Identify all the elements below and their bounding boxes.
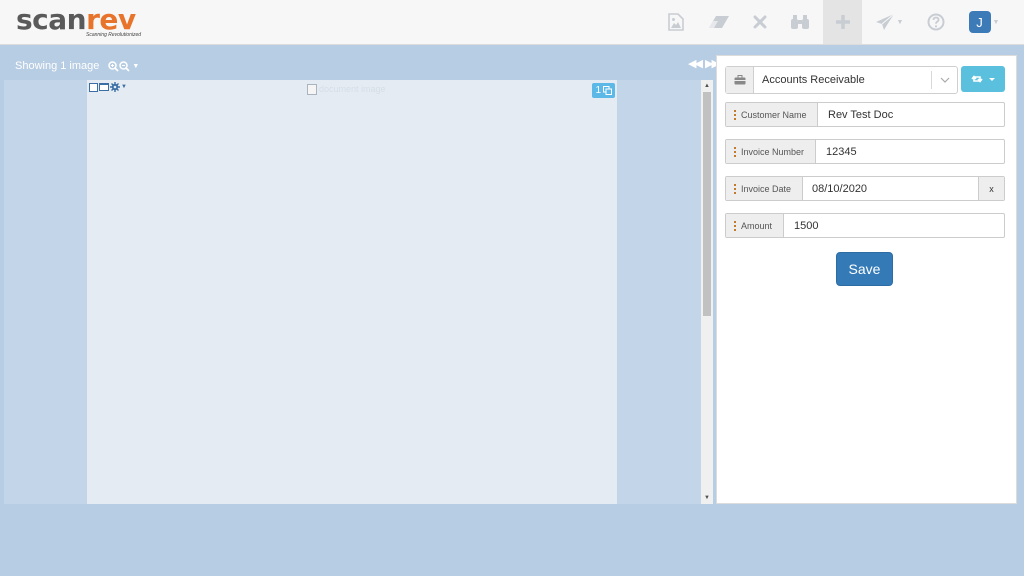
image-count-bar: Showing 1 image ▼ <box>15 60 139 72</box>
document-page[interactable]: ▼ document image 1 <box>87 80 617 504</box>
send-button[interactable]: ▼ <box>869 0 909 44</box>
workflow-dropdown-button[interactable] <box>961 66 1005 92</box>
user-menu[interactable]: J ▼ <box>964 0 1004 44</box>
help-button[interactable] <box>920 0 952 44</box>
page-number: 1 <box>595 85 601 96</box>
customer-name-field: Customer Name <box>725 102 1005 127</box>
add-button[interactable] <box>823 0 862 44</box>
chevron-down-icon[interactable] <box>931 71 957 89</box>
logo-scan-text: scan <box>16 3 87 36</box>
find-button[interactable] <box>784 0 816 44</box>
plus-icon <box>835 15 850 29</box>
chevron-down-icon: ▼ <box>992 18 1000 26</box>
image-viewer: ▼ document image 1 ▲ ▼ <box>4 80 713 504</box>
zoom-in-icon[interactable] <box>108 60 120 72</box>
retweet-icon <box>971 75 983 83</box>
amount-label: Amount <box>741 220 773 231</box>
invoice-date-input[interactable] <box>803 177 978 200</box>
clear-date-button[interactable]: x <box>978 177 1004 200</box>
broken-image-icon <box>307 83 317 95</box>
eraser-icon <box>709 16 729 28</box>
scroll-up-arrow-icon[interactable]: ▲ <box>701 81 713 91</box>
page-tools: ▼ <box>89 82 127 92</box>
avatar: J <box>968 11 991 33</box>
zoom-out-icon[interactable] <box>119 60 131 72</box>
document-type-value: Accounts Receivable <box>762 74 865 86</box>
chevron-down-icon <box>989 77 995 81</box>
scrollbar-thumb[interactable] <box>703 92 711 316</box>
document-type-select[interactable]: Accounts Receivable <box>725 66 958 94</box>
copy-icon <box>603 86 612 95</box>
app-header: scanrev Scanning Revolutionized ▼ J ▼ <box>0 0 1024 45</box>
binoculars-icon <box>791 15 809 29</box>
vertical-scrollbar[interactable]: ▲ ▼ <box>701 80 713 504</box>
delete-button[interactable] <box>745 0 775 44</box>
customer-name-input[interactable] <box>818 103 1004 126</box>
close-icon <box>753 15 767 29</box>
amount-field: Amount <box>725 213 1005 238</box>
question-circle-icon <box>927 13 945 31</box>
briefcase-icon <box>726 67 754 93</box>
document-image: document image <box>307 83 397 95</box>
image-icon <box>668 13 684 31</box>
drag-handle-icon[interactable] <box>734 183 736 194</box>
invoice-number-field: Invoice Number <box>725 139 1005 164</box>
erase-button[interactable] <box>703 0 735 44</box>
page-number-badge[interactable]: 1 <box>592 83 615 98</box>
paper-plane-icon <box>875 13 894 30</box>
scroll-down-arrow-icon[interactable]: ▼ <box>701 493 713 503</box>
drag-handle-icon[interactable] <box>734 146 736 157</box>
collapse-toggle[interactable]: ◀◀ ▶▶ <box>688 57 720 70</box>
index-panel: Accounts Receivable Customer Name Invoic… <box>716 55 1017 504</box>
field-label[interactable]: Customer Name <box>726 103 818 126</box>
double-chevron-left-icon[interactable]: ◀◀ <box>688 58 703 70</box>
amount-input[interactable] <box>784 214 1004 237</box>
field-label[interactable]: Invoice Date <box>726 177 803 200</box>
invoice-date-label: Invoice Date <box>741 183 792 194</box>
save-button[interactable]: Save <box>836 252 893 286</box>
field-label[interactable]: Amount <box>726 214 784 237</box>
showing-count-text: Showing 1 image <box>15 60 100 72</box>
zoom-dropdown-caret-icon[interactable]: ▼ <box>132 63 139 70</box>
drag-handle-icon[interactable] <box>734 109 736 120</box>
gear-caret-icon[interactable]: ▼ <box>121 84 127 90</box>
drag-handle-icon[interactable] <box>734 220 736 231</box>
chevron-down-icon: ▼ <box>896 18 904 26</box>
gear-icon[interactable] <box>110 82 120 92</box>
window-icon[interactable] <box>99 83 109 91</box>
invoice-date-field: Invoice Date x <box>725 176 1005 201</box>
image-alt-text: document image <box>319 84 386 94</box>
page-select-checkbox[interactable] <box>89 82 98 92</box>
field-label[interactable]: Invoice Number <box>726 140 816 163</box>
scanrev-logo[interactable]: scanrev Scanning Revolutionized <box>16 3 141 39</box>
logo-tagline: Scanning Revolutionized <box>86 32 142 38</box>
insert-image-button[interactable] <box>660 0 692 44</box>
customer-name-label: Customer Name <box>741 109 807 120</box>
invoice-number-label: Invoice Number <box>741 146 805 157</box>
invoice-number-input[interactable] <box>816 140 1004 163</box>
